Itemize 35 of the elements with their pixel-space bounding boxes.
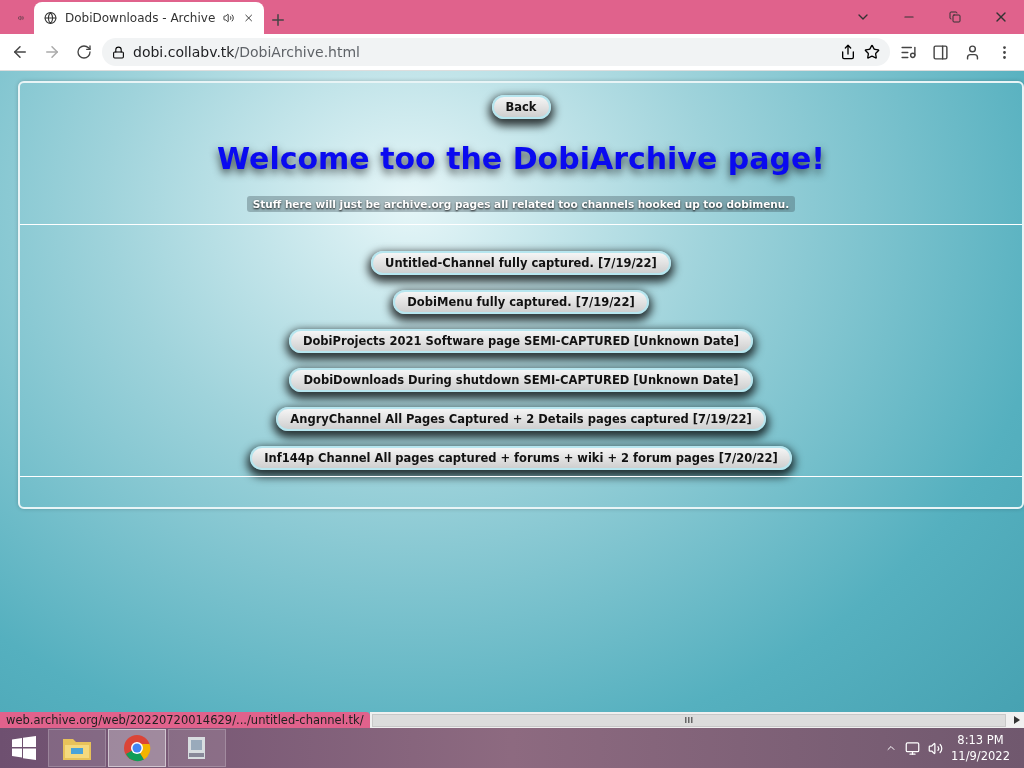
forward-icon[interactable] bbox=[43, 43, 61, 61]
address-bar[interactable]: dobi.collabv.tk/DobiArchive.html bbox=[102, 38, 890, 66]
horizontal-scrollbar[interactable] bbox=[369, 712, 1024, 728]
grip-icon bbox=[684, 717, 693, 723]
url-text: dobi.collabv.tk/DobiArchive.html bbox=[133, 44, 360, 60]
archive-link-button[interactable]: DobiMenu fully captured. [7/19/22] bbox=[393, 290, 649, 314]
back-icon[interactable] bbox=[11, 43, 29, 61]
bookmark-star-icon[interactable] bbox=[864, 44, 880, 60]
taskbar-app[interactable] bbox=[48, 729, 106, 767]
restore-icon[interactable] bbox=[949, 11, 961, 23]
archive-link-button[interactable]: AngryChannel All Pages Captured + 2 Details pages captured [7/19/22] bbox=[276, 407, 766, 431]
clock[interactable]: 8:13 PM 11/9/2022 bbox=[951, 732, 1010, 764]
archive-link-button[interactable]: Untitled-Channel fully captured. [7/19/22] bbox=[371, 251, 671, 275]
reload-icon[interactable] bbox=[76, 44, 92, 60]
chrome-icon bbox=[123, 734, 151, 762]
taskbar-app[interactable] bbox=[108, 729, 166, 767]
speaker-icon[interactable] bbox=[223, 11, 235, 25]
new-tab-icon[interactable] bbox=[269, 11, 287, 29]
back-button[interactable]: Back bbox=[491, 95, 551, 119]
side-panel-icon[interactable] bbox=[931, 43, 949, 61]
page-heading: Welcome too the DobiArchive page! bbox=[217, 141, 825, 176]
network-icon[interactable] bbox=[905, 740, 921, 756]
page-subtitle: Stuff here will just be archive.org pages all related too channels hooked up too dobimenu. bbox=[246, 196, 796, 212]
archive-link-button[interactable]: Inf144p Channel All pages captured + forums + wiki + 2 forum pages [7/20/22] bbox=[250, 446, 792, 470]
archive-link-button[interactable]: DobiDownloads During shutdown SEMI-CAPTURED [Unknown Date] bbox=[289, 368, 753, 392]
close-icon[interactable] bbox=[242, 11, 254, 25]
windows-logo-icon[interactable] bbox=[12, 736, 36, 760]
taskbar-app[interactable] bbox=[168, 729, 226, 767]
status-url: web.archive.org/web/20220720014629/.../untitled-channel.tk/ bbox=[0, 712, 370, 728]
share-icon[interactable] bbox=[840, 44, 856, 60]
archive-link-button[interactable]: DobiProjects 2021 Software page SEMI-CAPTURED [Unknown Date] bbox=[288, 329, 754, 353]
browser-tab[interactable]: DobiDownloads - Archive bbox=[34, 2, 264, 34]
lock-icon bbox=[112, 45, 125, 59]
volume-icon[interactable] bbox=[928, 740, 944, 756]
globe-icon bbox=[44, 10, 57, 26]
